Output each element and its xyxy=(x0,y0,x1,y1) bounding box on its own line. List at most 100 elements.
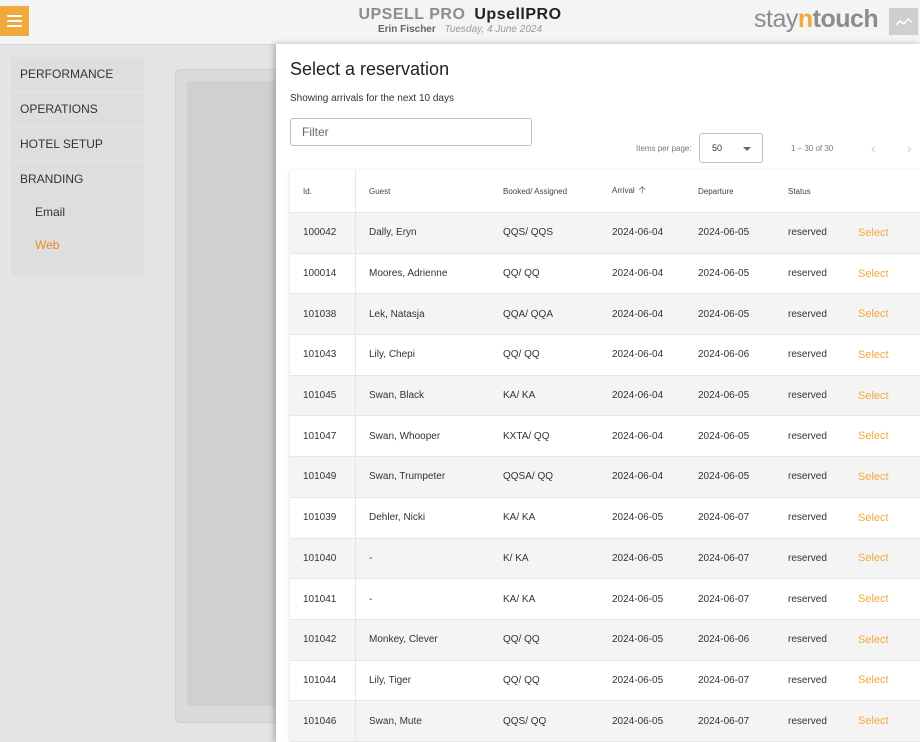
sidebar-item-operations[interactable]: OPERATIONS xyxy=(11,92,144,127)
select-reservation-button[interactable]: Select xyxy=(858,512,920,524)
cell-departure: 2024-06-05 xyxy=(698,430,750,442)
caret-down-icon xyxy=(743,147,751,151)
header-status[interactable]: Status xyxy=(775,187,858,196)
sidebar-subitem-email[interactable]: Email xyxy=(11,196,144,229)
cell-booked-assigned: K/ KA xyxy=(503,552,529,564)
cell-id: 100042 xyxy=(290,213,356,253)
items-per-page-label: Items per page: xyxy=(636,144,692,153)
cell-status: reserved xyxy=(788,308,827,320)
cell-id: 101040 xyxy=(290,538,356,579)
cell-arrival: 2024-06-04 xyxy=(612,471,664,483)
current-date: Tuesday, 4 June 2024 xyxy=(444,24,543,35)
sidebar: PERFORMANCE OPERATIONS HOTEL SETUP BRAND… xyxy=(11,57,144,275)
select-reservation-button[interactable]: Select xyxy=(858,349,920,361)
select-reservation-button[interactable]: Select xyxy=(858,634,920,646)
select-reservation-button[interactable]: Select xyxy=(858,674,920,686)
next-page-icon[interactable]: › xyxy=(907,140,912,156)
cell-arrival: 2024-06-04 xyxy=(612,308,664,320)
modal-subtitle: Showing arrivals for the next 10 days xyxy=(290,93,454,104)
title-hotel: UpsellPRO xyxy=(474,6,562,23)
cell-booked-assigned: QQSA/ QQ xyxy=(503,471,554,483)
cell-id: 101043 xyxy=(290,335,356,375)
stayntouch-logo: stayntouch xyxy=(754,5,879,34)
cell-id: 101039 xyxy=(290,497,356,538)
table-row: 101040 - K/ KA 2024-06-05 2024-06-07 reserved… xyxy=(290,538,920,580)
cell-arrival: 2024-06-04 xyxy=(612,390,664,402)
select-reservation-button[interactable]: Select xyxy=(858,715,920,727)
reservations-table: Id. Guest Booked/ Assigned Arrival 🡡 Depa… xyxy=(290,170,920,742)
user-name: Erin Fischer xyxy=(377,24,436,35)
previous-page-icon[interactable]: ‹ xyxy=(871,140,876,156)
cell-status: reserved xyxy=(788,227,827,239)
cell-arrival: 2024-06-05 xyxy=(612,674,664,686)
sidebar-item-hotel-setup[interactable]: HOTEL SETUP xyxy=(11,127,144,162)
cell-id: 101047 xyxy=(290,416,356,457)
cell-booked-assigned: KXTA/ QQ xyxy=(503,430,550,442)
cell-departure: 2024-06-05 xyxy=(698,390,750,402)
cell-status: reserved xyxy=(788,593,827,605)
select-reservation-button[interactable]: Select xyxy=(858,471,920,483)
select-reservation-button[interactable]: Select xyxy=(858,227,920,239)
cell-guest: - xyxy=(369,593,373,605)
table-row: 101049 Swan, Trumpeter QQSA/ QQ 2024-06-04 2… xyxy=(290,457,920,498)
cell-guest: Lily, Tiger xyxy=(369,674,412,686)
sidebar-subitem-web[interactable]: Web xyxy=(11,229,144,262)
cell-booked-assigned: KA/ KA xyxy=(503,512,536,524)
header-arrival[interactable]: Arrival 🡡 xyxy=(599,183,685,200)
cell-departure: 2024-06-05 xyxy=(698,308,750,320)
header-guest[interactable]: Guest xyxy=(356,187,490,196)
header-id[interactable]: Id. xyxy=(290,170,356,212)
cell-status: reserved xyxy=(788,552,827,564)
cell-id: 101046 xyxy=(290,701,356,741)
cell-departure: 2024-06-06 xyxy=(698,634,750,646)
sort-arrow-up-icon: 🡡 xyxy=(638,184,646,196)
cell-status: reserved xyxy=(788,715,827,727)
sidebar-item-performance[interactable]: PERFORMANCE xyxy=(11,57,144,92)
header-departure[interactable]: Departure xyxy=(685,187,775,196)
items-per-page-select[interactable]: 50 xyxy=(699,133,763,163)
filter-input[interactable] xyxy=(290,118,532,146)
cell-departure: 2024-06-07 xyxy=(698,512,750,524)
cell-booked-assigned: KA/ KA xyxy=(503,390,536,402)
select-reservation-button[interactable]: Select xyxy=(858,390,920,402)
cell-status: reserved xyxy=(788,349,827,361)
table-row: 101044 Lily, Tiger QQ/ QQ 2024-06-05 2024-06… xyxy=(290,660,920,702)
select-reservation-button[interactable]: Select xyxy=(858,593,920,605)
background-panel-inner xyxy=(187,81,282,706)
select-reservation-button[interactable]: Select xyxy=(858,552,920,564)
cell-status: reserved xyxy=(788,390,827,402)
cell-guest: Moores, Adrienne xyxy=(369,268,448,280)
cell-departure: 2024-06-05 xyxy=(698,227,750,239)
cell-id: 101042 xyxy=(290,619,356,660)
select-reservation-button[interactable]: Select xyxy=(858,308,920,320)
cell-departure: 2024-06-06 xyxy=(698,349,750,361)
cell-departure: 2024-06-07 xyxy=(698,552,750,564)
cell-guest: - xyxy=(369,552,373,564)
trend-button[interactable] xyxy=(889,8,918,35)
cell-guest: Lily, Chepi xyxy=(369,349,415,361)
cell-departure: 2024-06-07 xyxy=(698,674,750,686)
cell-guest: Dehler, Nicki xyxy=(369,512,426,524)
table-row: 101047 Swan, Whooper KXTA/ QQ 2024-06-04 202… xyxy=(290,416,920,458)
cell-arrival: 2024-06-04 xyxy=(612,349,664,361)
header-booked-assigned[interactable]: Booked/ Assigned xyxy=(490,187,599,196)
logo-n: n xyxy=(797,5,813,33)
cell-guest: Lek, Natasja xyxy=(369,308,425,320)
select-reservation-button[interactable]: Select xyxy=(858,430,920,442)
table-row: 101041 - KA/ KA 2024-06-05 2024-06-07 reserve… xyxy=(290,579,920,620)
table-row: 101038 Lek, Natasja QQA/ QQA 2024-06-04 2024… xyxy=(290,294,920,336)
cell-guest: Monkey, Clever xyxy=(369,634,438,646)
table-row: 101043 Lily, Chepi QQ/ QQ 2024-06-04 2024-06… xyxy=(290,335,920,376)
cell-status: reserved xyxy=(788,471,827,483)
select-reservation-button[interactable]: Select xyxy=(858,268,920,280)
cell-booked-assigned: QQ/ QQ xyxy=(503,674,540,686)
logo-touch: touch xyxy=(812,5,879,33)
cell-arrival: 2024-06-05 xyxy=(612,552,664,564)
title-product: UPSELL PRO xyxy=(358,6,466,23)
cell-guest: Swan, Mute xyxy=(369,715,422,727)
table-row: 101042 Monkey, Clever QQ/ QQ 2024-06-05 2024… xyxy=(290,619,920,661)
sidebar-item-branding[interactable]: BRANDING xyxy=(11,162,144,196)
cell-arrival: 2024-06-04 xyxy=(612,430,664,442)
cell-status: reserved xyxy=(788,512,827,524)
cell-id: 100014 xyxy=(290,253,356,294)
